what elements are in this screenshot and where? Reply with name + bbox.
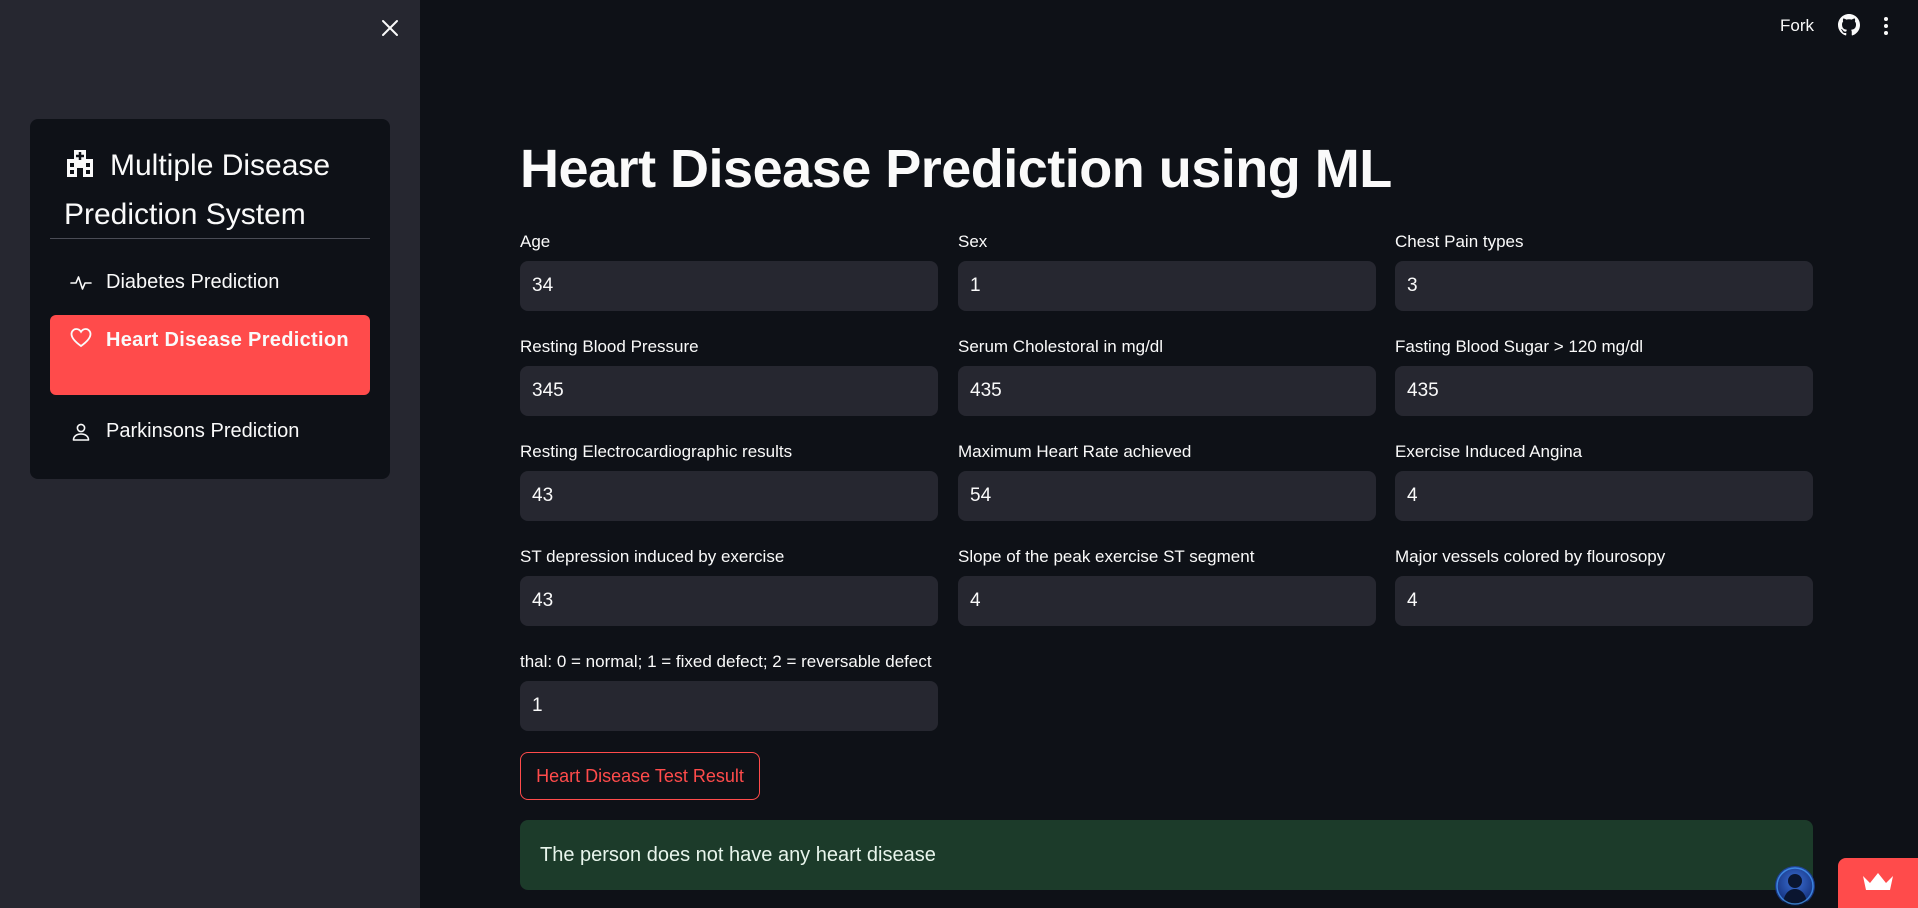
chest-pain-label: Chest Pain types	[1395, 232, 1524, 251]
menu-item-label: Heart Disease Prediction	[106, 329, 349, 351]
cholesterol-label: Serum Cholestoral in mg/dl	[958, 337, 1164, 356]
option-menu: Multiple Disease Prediction System Diabe…	[30, 119, 390, 479]
result-message: The person does not have any heart disea…	[540, 843, 936, 866]
page-title: Heart Disease Prediction using ML	[520, 139, 1392, 199]
resting-ecg-label: Resting Electrocardiographic results	[520, 442, 793, 461]
kebab-menu-icon[interactable]	[1882, 16, 1890, 41]
menu-divider	[50, 238, 370, 239]
exercise-angina-input[interactable]	[1395, 471, 1813, 521]
st-slope-input[interactable]	[958, 576, 1376, 626]
menu-title-text: Multiple Disease Prediction System	[64, 149, 331, 231]
fork-button[interactable]: Fork	[1780, 16, 1814, 36]
github-icon[interactable]	[1838, 14, 1860, 41]
result-alert: The person does not have any heart disea…	[520, 820, 1813, 890]
activity-icon	[70, 272, 92, 294]
fasting-sugar-label: Fasting Blood Sugar > 120 mg/dl	[1395, 337, 1644, 356]
sex-input[interactable]	[958, 261, 1376, 311]
major-vessels-input[interactable]	[1395, 576, 1813, 626]
exercise-angina-label: Exercise Induced Angina	[1395, 442, 1583, 461]
st-depression-input[interactable]	[520, 576, 938, 626]
age-label: Age	[520, 232, 551, 251]
major-vessels-label: Major vessels colored by flourosopy	[1395, 547, 1666, 566]
test-result-button[interactable]: Heart Disease Test Result	[520, 752, 760, 800]
sidebar: Multiple Disease Prediction System Diabe…	[0, 0, 420, 908]
chest-pain-input[interactable]	[1395, 261, 1813, 311]
menu-item-label: Parkinsons Prediction	[106, 419, 300, 442]
max-heart-rate-label: Maximum Heart Rate achieved	[958, 442, 1192, 461]
menu-item-label: Diabetes Prediction	[106, 270, 280, 293]
streamlit-badge[interactable]	[1838, 858, 1918, 908]
person-icon	[70, 421, 92, 443]
heart-icon	[70, 327, 92, 349]
menu-item-diabetes[interactable]: Diabetes Prediction	[50, 265, 370, 299]
st-slope-label: Slope of the peak exercise ST segment	[958, 547, 1255, 566]
thal-input[interactable]	[520, 681, 938, 731]
hospital-icon	[64, 147, 96, 192]
max-heart-rate-input[interactable]	[958, 471, 1376, 521]
st-depression-label: ST depression induced by exercise	[520, 547, 785, 566]
crown-icon	[1861, 870, 1895, 897]
resting-ecg-input[interactable]	[520, 471, 938, 521]
close-icon[interactable]	[378, 16, 402, 40]
fasting-sugar-input[interactable]	[1395, 366, 1813, 416]
cholesterol-input[interactable]	[958, 366, 1376, 416]
resting-bp-label: Resting Blood Pressure	[520, 337, 699, 356]
sex-label: Sex	[958, 232, 988, 251]
resting-bp-input[interactable]	[520, 366, 938, 416]
thal-label: thal: 0 = normal; 1 = fixed defect; 2 = …	[520, 652, 932, 671]
menu-item-heart-disease[interactable]: Heart Disease Prediction	[50, 315, 370, 395]
menu-title: Multiple Disease Prediction System	[64, 143, 374, 237]
age-input[interactable]	[520, 261, 938, 311]
avatar[interactable]	[1775, 866, 1815, 906]
menu-item-parkinsons[interactable]: Parkinsons Prediction	[50, 414, 370, 448]
